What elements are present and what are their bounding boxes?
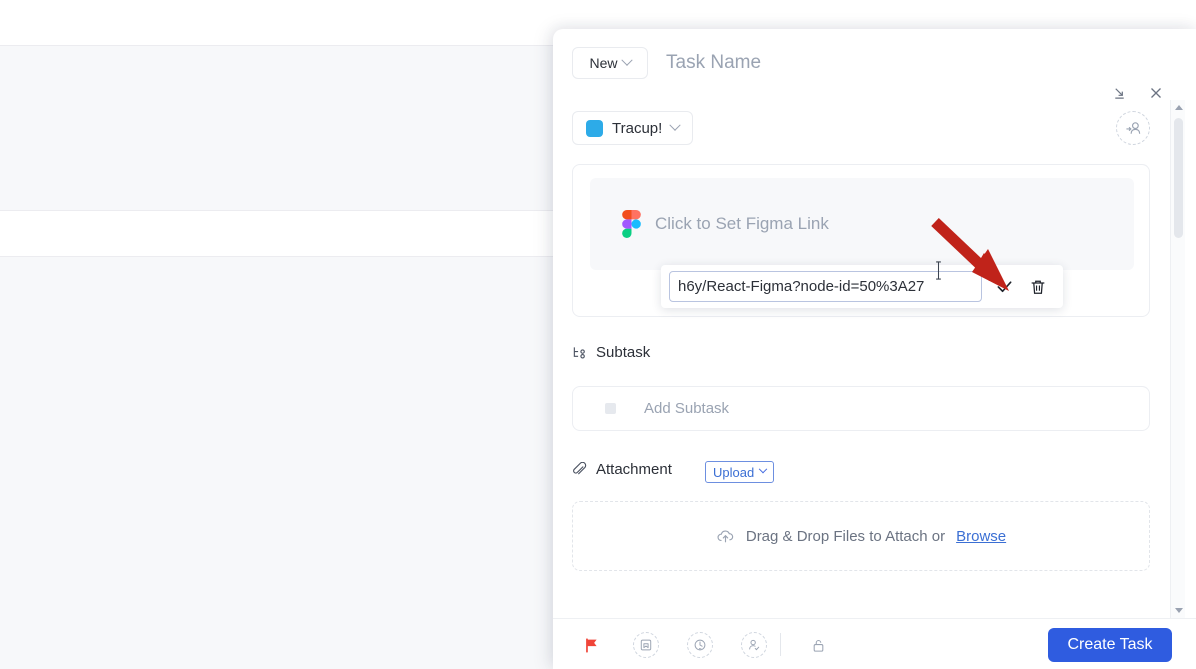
collapse-button[interactable] xyxy=(1107,80,1132,105)
tag-bookmark-button[interactable] xyxy=(633,632,659,658)
delete-url-button[interactable] xyxy=(1026,275,1050,299)
text-cursor-icon xyxy=(935,261,942,280)
confirm-url-button[interactable] xyxy=(992,275,1016,299)
scrollbar-thumb[interactable] xyxy=(1174,118,1183,238)
modal-footer: Create Task xyxy=(553,618,1196,669)
lock-icon xyxy=(811,638,826,653)
modal-scrollbar[interactable] xyxy=(1170,100,1185,618)
modal-header: New Task Name xyxy=(553,29,1196,94)
task-status-select[interactable]: New xyxy=(572,47,648,79)
scroll-up-button[interactable] xyxy=(1171,100,1186,115)
upload-label: Upload xyxy=(713,465,754,480)
assignee-check-icon xyxy=(747,638,761,652)
project-select[interactable]: Tracup! xyxy=(572,111,693,145)
subtask-checkbox-icon xyxy=(605,403,616,414)
add-assignee-icon xyxy=(1125,120,1142,137)
task-name-input[interactable]: Task Name xyxy=(666,47,761,79)
attachment-section-header: Attachment xyxy=(572,461,672,478)
close-button[interactable] xyxy=(1143,80,1168,105)
project-name-label: Tracup! xyxy=(612,120,662,137)
add-subtask-row[interactable]: Add Subtask xyxy=(572,386,1150,431)
trash-icon xyxy=(1029,278,1047,296)
figma-link-placeholder: Click to Set Figma Link xyxy=(655,214,829,234)
chevron-down-icon xyxy=(1175,608,1183,613)
attachment-dropzone[interactable]: Drag & Drop Files to Attach or Browse xyxy=(572,501,1150,571)
footer-divider xyxy=(780,633,781,656)
follower-button[interactable] xyxy=(741,632,767,658)
chevron-down-icon xyxy=(759,465,767,473)
bookmark-icon xyxy=(639,638,653,652)
task-status-label: New xyxy=(589,55,617,71)
subtask-section-title: Subtask xyxy=(596,344,650,361)
figma-url-editor xyxy=(661,265,1063,308)
attachment-section-title: Attachment xyxy=(596,461,672,478)
cloud-upload-icon xyxy=(716,527,735,546)
reminder-timer-button[interactable] xyxy=(687,632,713,658)
subtask-hierarchy-icon xyxy=(572,345,587,360)
paperclip-icon xyxy=(572,462,587,477)
chevron-up-icon xyxy=(1175,105,1183,110)
task-create-modal: New Task Name Tracup! xyxy=(553,29,1196,669)
check-icon xyxy=(995,277,1014,296)
privacy-lock-button[interactable] xyxy=(805,632,831,658)
figma-logo-icon xyxy=(622,210,641,238)
timer-icon xyxy=(693,638,707,652)
flag-icon xyxy=(583,637,600,654)
screen: New Task Name Tracup! xyxy=(0,0,1196,669)
browse-link[interactable]: Browse xyxy=(956,528,1006,545)
scroll-down-button[interactable] xyxy=(1171,603,1186,618)
collapse-to-corner-icon xyxy=(1112,85,1127,100)
attachment-drop-text: Drag & Drop Files to Attach or xyxy=(746,528,945,545)
chevron-down-icon xyxy=(621,55,632,66)
figma-link-dropzone[interactable]: Click to Set Figma Link xyxy=(590,178,1134,270)
create-task-button[interactable]: Create Task xyxy=(1048,628,1172,662)
add-assignee-button[interactable] xyxy=(1116,111,1150,145)
add-subtask-placeholder: Add Subtask xyxy=(644,400,729,417)
chevron-down-icon xyxy=(670,120,681,131)
priority-flag-button[interactable] xyxy=(578,632,604,658)
upload-dropdown[interactable]: Upload xyxy=(705,461,774,483)
subtask-section-header: Subtask xyxy=(572,344,650,361)
project-color-swatch xyxy=(586,120,603,137)
close-icon xyxy=(1149,86,1163,100)
